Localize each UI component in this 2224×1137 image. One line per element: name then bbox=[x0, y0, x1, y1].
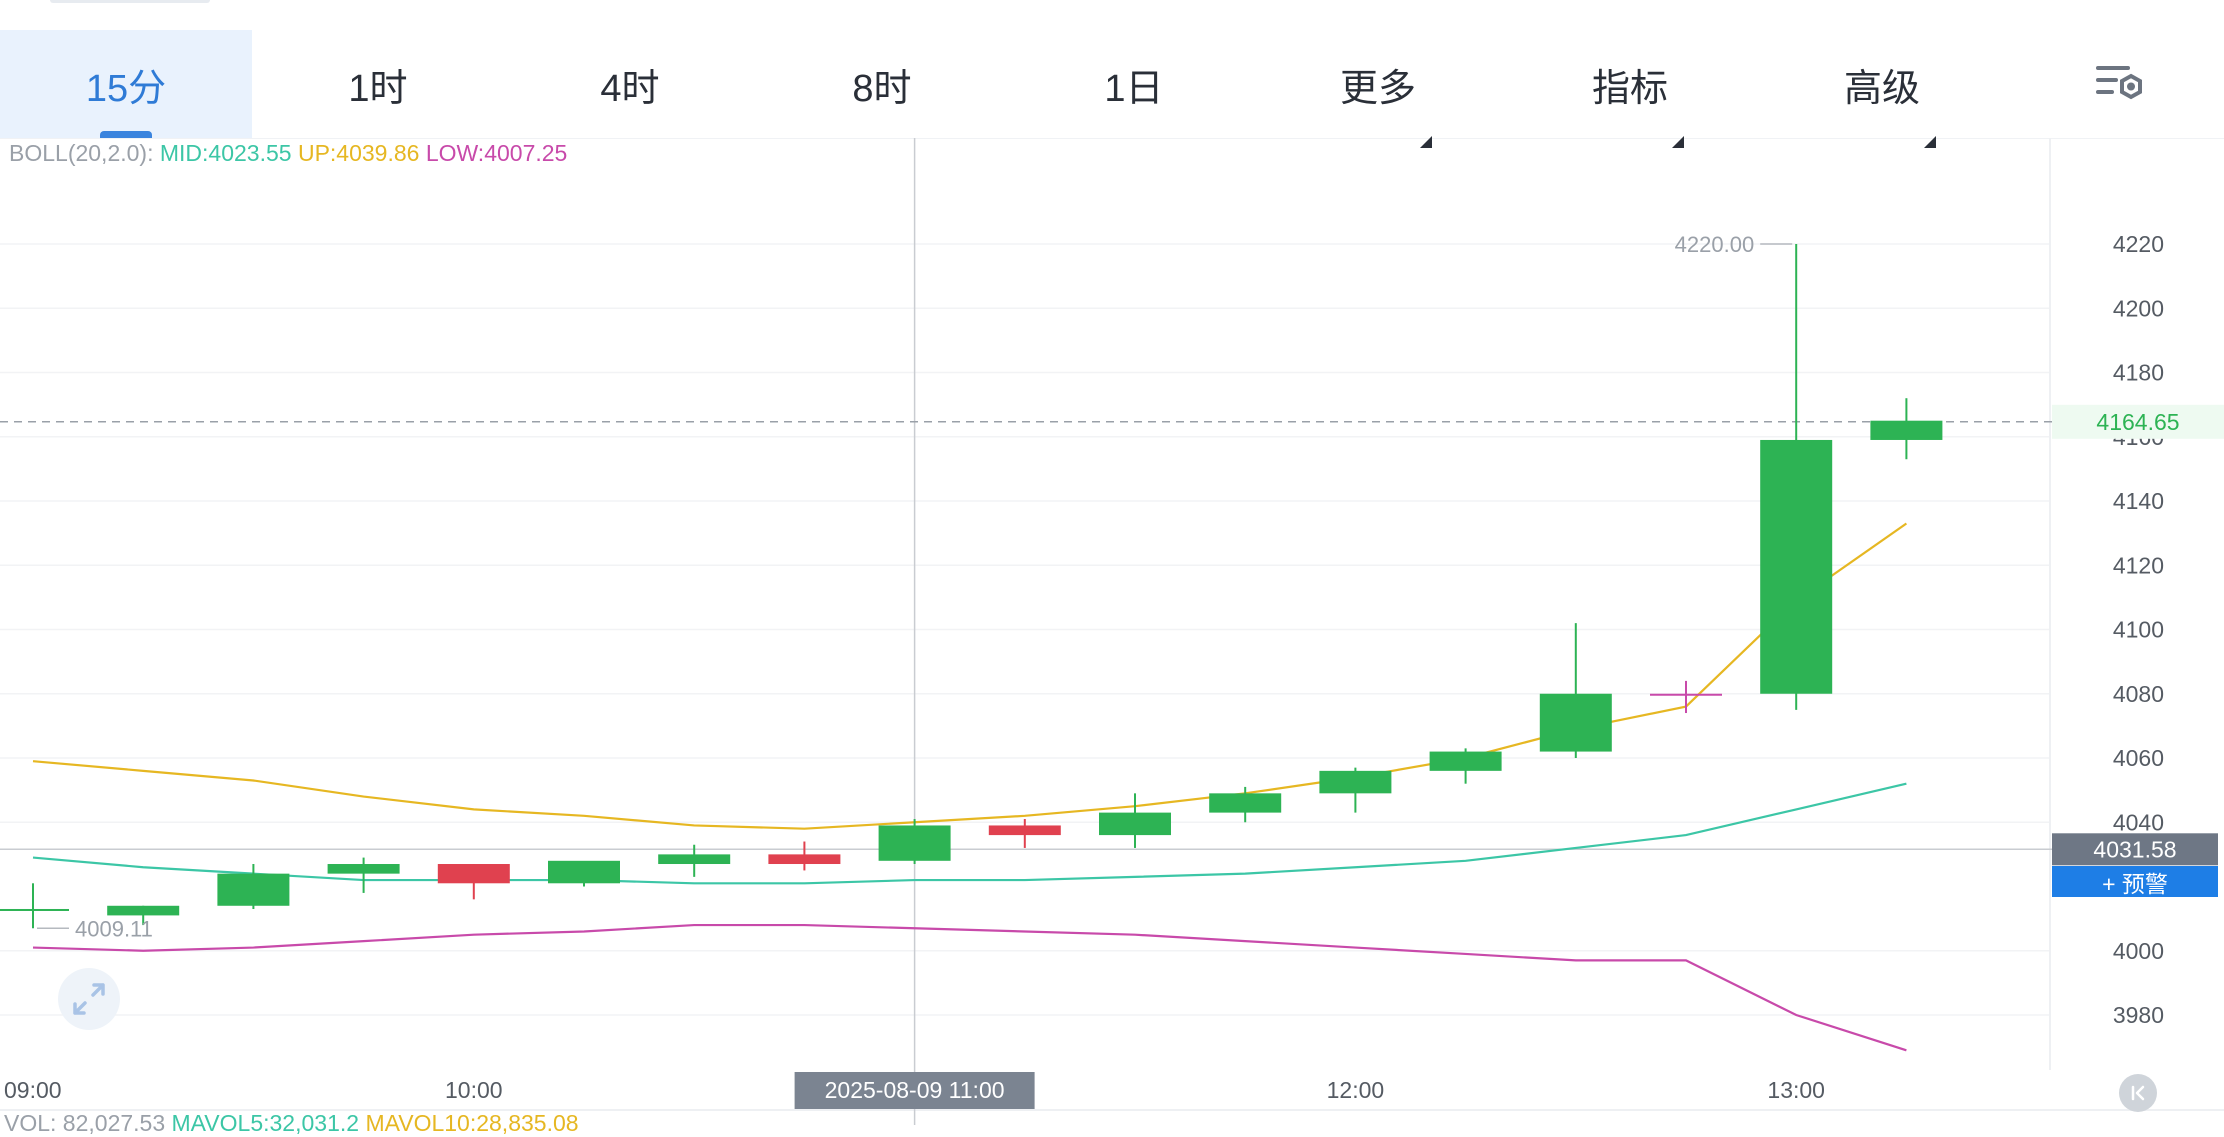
boll-mid-line bbox=[32, 782, 1907, 885]
candle-body bbox=[768, 854, 841, 865]
candle-body bbox=[658, 854, 731, 865]
candle-body bbox=[1209, 793, 1282, 813]
x-tick-label: 09:00 bbox=[4, 1077, 62, 1103]
scroll-to-latest-button[interactable] bbox=[2119, 1074, 2157, 1112]
chart-settings-icon bbox=[2096, 66, 2142, 100]
x-tick-label: 13:00 bbox=[1767, 1077, 1825, 1103]
crosshair-price-label: 4031.58 bbox=[2093, 836, 2176, 862]
mavol10-value: MAVOL10:28,835.08 bbox=[365, 1110, 579, 1136]
tab-label: 高级 bbox=[1843, 67, 1920, 110]
candle-body bbox=[1099, 812, 1171, 836]
y-tick-label: 4080 bbox=[2113, 681, 2164, 707]
candle-body bbox=[1760, 439, 1833, 694]
min-price-label: 4009.11 bbox=[75, 916, 153, 941]
x-tick-label: 12:00 bbox=[1327, 1077, 1385, 1103]
candle-body bbox=[1539, 693, 1612, 752]
tab-label: 15分 bbox=[85, 67, 167, 110]
tab-15min[interactable]: 15分 bbox=[0, 30, 252, 138]
y-tick-label: 4120 bbox=[2113, 552, 2164, 578]
candle-body bbox=[988, 825, 1061, 836]
y-tick-label: 4040 bbox=[2113, 809, 2164, 835]
candle-body bbox=[327, 864, 400, 874]
price-alert-button[interactable]: + 预警 bbox=[2052, 866, 2218, 897]
tab-8h[interactable]: 8时 bbox=[756, 30, 1008, 138]
y-tick-label: 4060 bbox=[2113, 745, 2164, 771]
candle-body bbox=[107, 905, 180, 916]
tab-1h[interactable]: 1时 bbox=[252, 30, 504, 138]
x-tick-label: 10:00 bbox=[445, 1077, 503, 1103]
max-price-label: 4220.00 bbox=[1675, 232, 1755, 257]
mavol5-value: MAVOL5:32,031.2 bbox=[171, 1110, 360, 1136]
crosshair-time-label: 2025-08-09 11:00 bbox=[825, 1077, 1005, 1103]
y-tick-label: 4140 bbox=[2113, 488, 2164, 514]
y-tick-label: 4200 bbox=[2113, 295, 2164, 321]
candle-body bbox=[1870, 420, 1943, 440]
candle-body bbox=[1429, 751, 1502, 771]
boll-upper-line bbox=[32, 522, 1908, 830]
y-tick-label: 4000 bbox=[2113, 938, 2164, 964]
boll-lower-line bbox=[32, 923, 1907, 1052]
y-tick-label: 4180 bbox=[2113, 360, 2164, 386]
y-tick-label: 4100 bbox=[2113, 617, 2164, 643]
candle-body bbox=[548, 860, 620, 884]
tab-label: 更多 bbox=[1339, 67, 1416, 110]
tab-label: 1日 bbox=[1104, 67, 1164, 110]
tab-label: 1时 bbox=[348, 67, 408, 110]
expand-button[interactable] bbox=[58, 968, 120, 1030]
y-tick-label: 3980 bbox=[2113, 1002, 2164, 1028]
tab-label: 4时 bbox=[600, 67, 660, 110]
tab-4h[interactable]: 4时 bbox=[504, 30, 756, 138]
candle-body bbox=[217, 873, 290, 906]
tab-label: 指标 bbox=[1591, 67, 1668, 110]
top-handle bbox=[50, 0, 210, 3]
expand-icon bbox=[73, 983, 105, 1015]
scroll-to-latest-icon bbox=[2131, 1085, 2145, 1101]
y-tick-label: 4220 bbox=[2113, 231, 2164, 257]
tab-more[interactable]: 更多 bbox=[1260, 30, 1512, 148]
vol-value: VOL: 82,027.53 bbox=[4, 1110, 166, 1136]
candle-body bbox=[0, 908, 69, 911]
interval-tabs: 15分 1时 4时 8时 1日 更多 指标 高级 bbox=[0, 30, 2224, 148]
tab-advanced[interactable]: 高级 bbox=[1764, 30, 2016, 148]
volume-legend: VOL: 82,027.53 MAVOL5:32,031.2 MAVOL10:2… bbox=[4, 1110, 579, 1137]
candle-body bbox=[878, 825, 951, 861]
candle-body bbox=[1319, 770, 1392, 794]
candle-body bbox=[437, 864, 510, 884]
candlestick-chart[interactable]: 4220420041804160414041204100408040604040… bbox=[0, 138, 2224, 1125]
tab-indicators[interactable]: 指标 bbox=[1512, 30, 1764, 148]
chart-settings-button[interactable] bbox=[2016, 30, 2224, 138]
tab-1d[interactable]: 1日 bbox=[1008, 30, 1260, 138]
last-price-label: 4164.65 bbox=[2096, 409, 2179, 435]
tab-label: 8时 bbox=[852, 67, 912, 110]
candle-body bbox=[1650, 693, 1722, 696]
active-tab-indicator bbox=[100, 131, 152, 138]
